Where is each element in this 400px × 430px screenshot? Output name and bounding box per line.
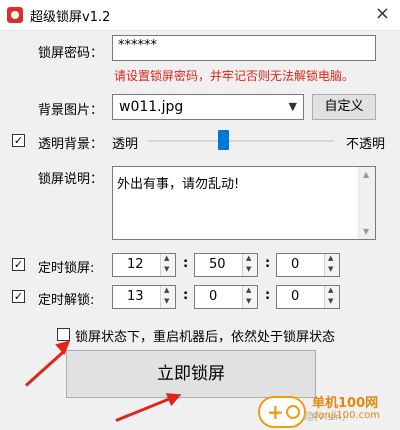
password-label: 锁屏密码： bbox=[38, 46, 104, 61]
time-separator: : bbox=[183, 256, 189, 271]
lock-now-button[interactable]: 立即锁屏 bbox=[66, 350, 316, 398]
transparency-slider-track[interactable] bbox=[148, 140, 334, 142]
power-icon bbox=[286, 405, 300, 419]
background-selected-value: w011.jpg bbox=[119, 99, 184, 115]
watermark-url: danji100.com bbox=[312, 410, 380, 421]
time-separator: : bbox=[265, 288, 271, 303]
scroll-down-icon[interactable]: ▼ bbox=[363, 227, 369, 236]
description-textarea[interactable]: 外出有事，请勿乱动! ▲ ▼ bbox=[112, 166, 376, 240]
description-scrollbar[interactable]: ▲ ▼ bbox=[358, 167, 375, 239]
timed-lock-second-value: 0 bbox=[291, 257, 300, 272]
spin-arrows[interactable]: ▲ ▼ bbox=[242, 286, 257, 308]
timed-unlock-checkbox[interactable]: ✓ bbox=[12, 290, 25, 303]
timed-unlock-second-value: 0 bbox=[291, 289, 300, 304]
transparency-checkbox[interactable]: ✓ bbox=[12, 134, 25, 147]
app-lock-icon bbox=[7, 7, 23, 23]
plus-icon: + bbox=[267, 400, 284, 424]
annotation-arrow-line bbox=[115, 396, 173, 422]
timed-lock-second-spinner[interactable]: 0 ▲ ▼ bbox=[276, 253, 340, 277]
spin-arrows[interactable]: ▲ ▼ bbox=[160, 286, 175, 308]
custom-background-button[interactable]: 自定义 bbox=[312, 94, 376, 120]
scroll-up-icon[interactable]: ▲ bbox=[363, 170, 369, 179]
spin-arrows[interactable]: ▲ ▼ bbox=[160, 254, 175, 276]
chevron-down-icon: ▼ bbox=[288, 100, 297, 113]
timed-unlock-minute-spinner[interactable]: 0 ▲ ▼ bbox=[194, 285, 258, 309]
transparency-min-label: 透明 bbox=[112, 137, 139, 152]
password-input[interactable]: ****** bbox=[112, 35, 376, 61]
description-label: 锁屏说明： bbox=[38, 172, 104, 187]
spin-arrows[interactable]: ▲ ▼ bbox=[324, 286, 339, 308]
timed-lock-checkbox[interactable]: ✓ bbox=[12, 258, 25, 271]
timed-unlock-hour-value: 13 bbox=[127, 289, 144, 304]
timed-unlock-second-spinner[interactable]: 0 ▲ ▼ bbox=[276, 285, 340, 309]
description-text: 外出有事，请勿乱动! bbox=[117, 177, 240, 192]
transparency-max-label: 不透明 bbox=[346, 137, 386, 152]
timed-lock-minute-value: 50 bbox=[209, 257, 226, 272]
window-title: 超级锁屏v1.2 bbox=[30, 10, 111, 25]
close-icon[interactable]: × bbox=[375, 3, 390, 24]
watermark-logo: + bbox=[258, 396, 306, 428]
time-separator: : bbox=[183, 288, 189, 303]
spin-arrows[interactable]: ▲ ▼ bbox=[242, 254, 257, 276]
background-label: 背景图片： bbox=[38, 103, 104, 118]
timed-unlock-hour-spinner[interactable]: 13 ▲ ▼ bbox=[112, 285, 176, 309]
title-bar: 超级锁屏v1.2 × bbox=[0, 0, 400, 31]
timed-unlock-label: 定时解锁: bbox=[38, 293, 95, 308]
timed-lock-hour-value: 12 bbox=[127, 257, 144, 272]
spin-arrows[interactable]: ▲ ▼ bbox=[324, 254, 339, 276]
watermark-site-name: 单机100网 bbox=[312, 396, 379, 411]
transparency-label: 透明背景： bbox=[38, 137, 104, 152]
timed-lock-label: 定时锁屏: bbox=[38, 261, 95, 276]
persist-lock-label: 锁屏状态下，重启机器后，依然处于锁屏状态 bbox=[75, 330, 336, 345]
transparency-slider-thumb[interactable] bbox=[218, 130, 229, 150]
background-select[interactable]: w011.jpg ▼ bbox=[112, 94, 304, 120]
timed-lock-hour-spinner[interactable]: 12 ▲ ▼ bbox=[112, 253, 176, 277]
timed-lock-minute-spinner[interactable]: 50 ▲ ▼ bbox=[194, 253, 258, 277]
annotation-arrow-line bbox=[24, 349, 66, 387]
password-hint: 请设置锁屏密码，并牢记否则无法解锁电脑。 bbox=[114, 69, 355, 83]
timed-unlock-minute-value: 0 bbox=[209, 289, 218, 304]
time-separator: : bbox=[265, 256, 271, 271]
